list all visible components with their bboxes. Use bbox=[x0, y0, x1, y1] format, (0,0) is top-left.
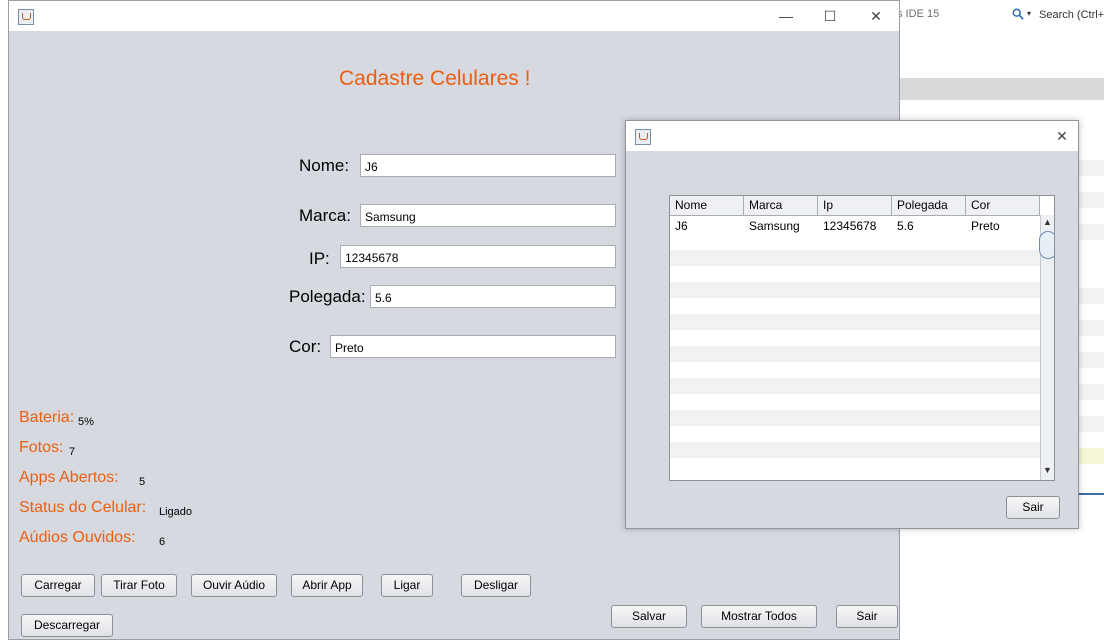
list-dialog: ✕ Nome Marca Ip Polegada Cor J6 Samsung … bbox=[625, 120, 1079, 529]
scroll-up-arrow-icon[interactable]: ▲ bbox=[1043, 217, 1052, 227]
column-header-marca[interactable]: Marca bbox=[744, 196, 818, 215]
cor-label: Cor: bbox=[289, 337, 322, 356]
salvar-button[interactable]: Salvar bbox=[611, 605, 687, 628]
column-header-polegada[interactable]: Polegada bbox=[892, 196, 966, 215]
main-titlebar: — ☐ ✕ bbox=[9, 1, 899, 31]
bateria-value: 5% bbox=[78, 416, 94, 428]
status-celular-value: Ligado bbox=[159, 506, 193, 518]
apps-abertos-label: Apps Abertos: bbox=[19, 469, 119, 486]
ide-toolbar-strip bbox=[897, 78, 1104, 100]
cell-cor: Preto bbox=[971, 219, 1000, 233]
ide-search-box[interactable]: ▾ Search (Ctrl+ bbox=[1012, 6, 1104, 26]
chevron-down-icon: ▾ bbox=[1027, 9, 1032, 18]
tirar-foto-button[interactable]: Tirar Foto bbox=[101, 574, 177, 597]
ouvir-audio-button[interactable]: Ouvir Aúdio bbox=[191, 574, 277, 597]
column-header-nome[interactable]: Nome bbox=[670, 196, 744, 215]
dialog-titlebar: ✕ bbox=[626, 121, 1078, 151]
fotos-value: 7 bbox=[69, 446, 76, 458]
nome-label: Nome: bbox=[299, 156, 350, 175]
desligar-button[interactable]: Desligar bbox=[461, 574, 531, 597]
polegada-label: Polegada: bbox=[289, 287, 366, 306]
java-cup-icon bbox=[18, 9, 34, 25]
sair-button[interactable]: Sair bbox=[836, 605, 898, 628]
ide-search-label: Search (Ctrl+ bbox=[1039, 9, 1104, 21]
close-button[interactable]: ✕ bbox=[861, 7, 891, 25]
scroll-thumb[interactable] bbox=[1039, 231, 1054, 259]
fotos-label: Fotos: bbox=[19, 439, 64, 456]
column-header-ip[interactable]: Ip bbox=[818, 196, 892, 215]
bateria-label: Bateria: bbox=[19, 409, 75, 426]
cell-nome: J6 bbox=[675, 219, 688, 233]
mostrar-todos-button[interactable]: Mostrar Todos bbox=[701, 605, 817, 628]
descarregar-button[interactable]: Descarregar bbox=[21, 614, 113, 637]
page-title: Cadastre Celulares ! bbox=[339, 67, 531, 90]
status-celular-label: Status do Celular: bbox=[19, 499, 147, 516]
carregar-button[interactable]: Carregar bbox=[21, 574, 95, 597]
apps-abertos-value: 5 bbox=[139, 476, 146, 488]
celulares-table[interactable]: Nome Marca Ip Polegada Cor J6 Samsung 12… bbox=[669, 195, 1055, 481]
ip-field[interactable]: 12345678 bbox=[340, 245, 616, 268]
table-vertical-scrollbar[interactable]: ▲ ▼ bbox=[1039, 215, 1054, 480]
cor-field[interactable]: Preto bbox=[330, 335, 616, 358]
table-header: Nome Marca Ip Polegada Cor bbox=[670, 196, 1040, 216]
nome-field[interactable]: J6 bbox=[360, 154, 616, 177]
ligar-button[interactable]: Ligar bbox=[381, 574, 433, 597]
ide-divider bbox=[1078, 493, 1104, 495]
maximize-button[interactable]: ☐ bbox=[815, 7, 845, 25]
java-cup-icon bbox=[635, 129, 651, 145]
ide-title-fragment: s IDE 15 bbox=[897, 8, 940, 20]
ip-label: IP: bbox=[309, 249, 330, 268]
search-icon bbox=[1012, 8, 1024, 20]
marca-label: Marca: bbox=[299, 206, 351, 225]
abrir-app-button[interactable]: Abrir App bbox=[291, 574, 363, 597]
cell-ip: 12345678 bbox=[823, 219, 877, 233]
dialog-sair-button[interactable]: Sair bbox=[1006, 496, 1060, 519]
polegada-field[interactable]: 5.6 bbox=[370, 285, 616, 308]
audios-ouvidos-label: Aúdios Ouvidos: bbox=[19, 529, 136, 546]
cell-marca: Samsung bbox=[749, 219, 800, 233]
cell-polegada: 5.6 bbox=[897, 219, 914, 233]
dialog-close-button[interactable]: ✕ bbox=[1047, 127, 1077, 145]
scroll-down-arrow-icon[interactable]: ▼ bbox=[1043, 465, 1052, 475]
audios-ouvidos-value: 6 bbox=[159, 536, 166, 548]
column-header-cor[interactable]: Cor bbox=[966, 196, 1040, 215]
marca-field[interactable]: Samsung bbox=[360, 204, 616, 227]
minimize-button[interactable]: — bbox=[771, 7, 801, 25]
